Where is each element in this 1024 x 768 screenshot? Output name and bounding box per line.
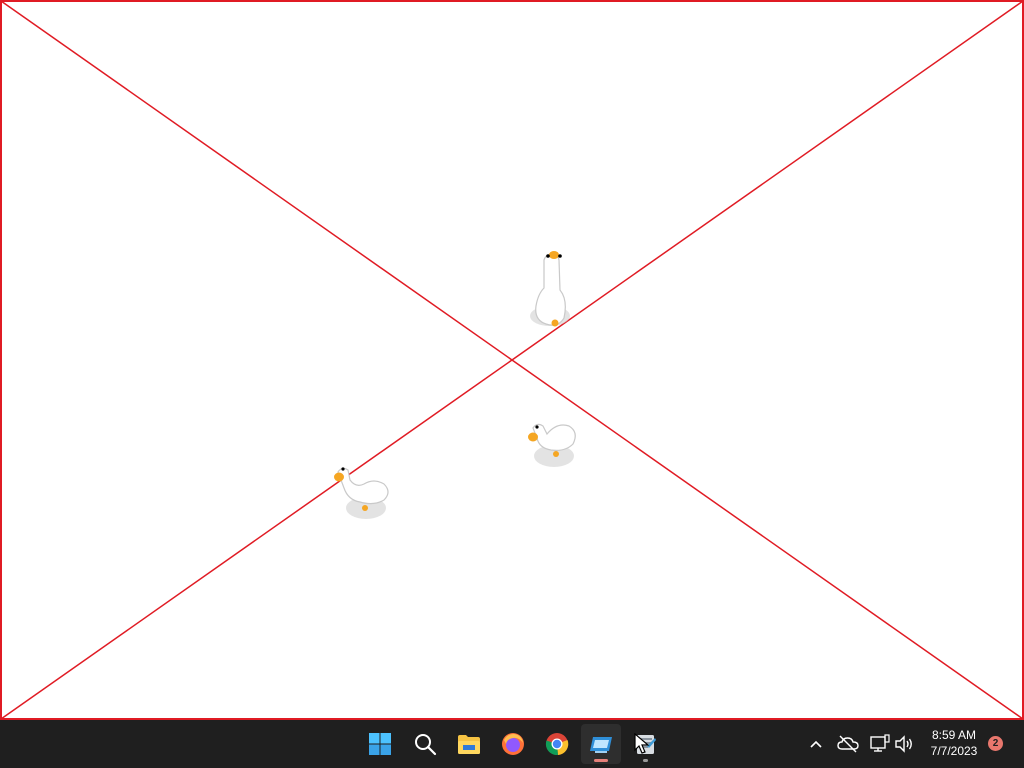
goose-beak (334, 472, 344, 482)
goose-walking-center[interactable] (523, 416, 583, 476)
goose-body (532, 423, 576, 451)
clock-time: 8:59 AM (931, 728, 977, 742)
notification-badge[interactable]: 2 (988, 736, 1003, 751)
volume-tray-button[interactable] (892, 732, 916, 756)
goose-standing[interactable] (522, 244, 582, 334)
start-button[interactable] (360, 724, 400, 764)
goose-eye (546, 254, 550, 258)
cloud-offline-icon (837, 735, 859, 753)
onedrive-tray-button[interactable] (836, 732, 860, 756)
goose-foot (553, 451, 559, 457)
goose-body (337, 467, 389, 505)
volume-icon (895, 735, 912, 753)
mouse-cursor-icon (634, 733, 650, 754)
chrome-icon (545, 733, 569, 756)
network-icon (870, 734, 890, 752)
network-tray-button[interactable] (868, 732, 892, 756)
clock-date: 7/7/2023 (930, 744, 978, 758)
remote-desktop-button[interactable] (581, 724, 621, 764)
windows-logo-icon (369, 733, 391, 755)
clock[interactable]: 8:59 AM 7/7/2023 (920, 727, 988, 761)
monitor-app-icon (590, 737, 612, 753)
running-indicator (643, 759, 648, 762)
taskbar: 8:59 AM 7/7/2023 (0, 720, 1024, 768)
search-button[interactable] (405, 724, 445, 764)
chrome-button[interactable] (537, 724, 577, 764)
file-explorer-button[interactable] (449, 724, 489, 764)
goose-beak (549, 251, 559, 259)
goose-foot (551, 319, 559, 327)
folder-icon (458, 735, 480, 754)
chevron-up-icon (810, 740, 822, 748)
goose-eye (341, 467, 345, 471)
goose-foot (362, 505, 368, 511)
goose-eye (535, 425, 539, 429)
goose-eye (558, 254, 562, 258)
firefox-button[interactable] (493, 724, 533, 764)
active-indicator (594, 759, 608, 762)
desktop-placeholder-cross (0, 0, 1024, 720)
search-icon (415, 734, 437, 756)
goose-beak (528, 432, 538, 442)
show-hidden-icons-button[interactable] (804, 732, 828, 756)
goose-walking-left[interactable] (330, 462, 392, 522)
firefox-icon (502, 733, 524, 755)
goose-body (535, 253, 566, 326)
desktop[interactable] (0, 0, 1024, 720)
